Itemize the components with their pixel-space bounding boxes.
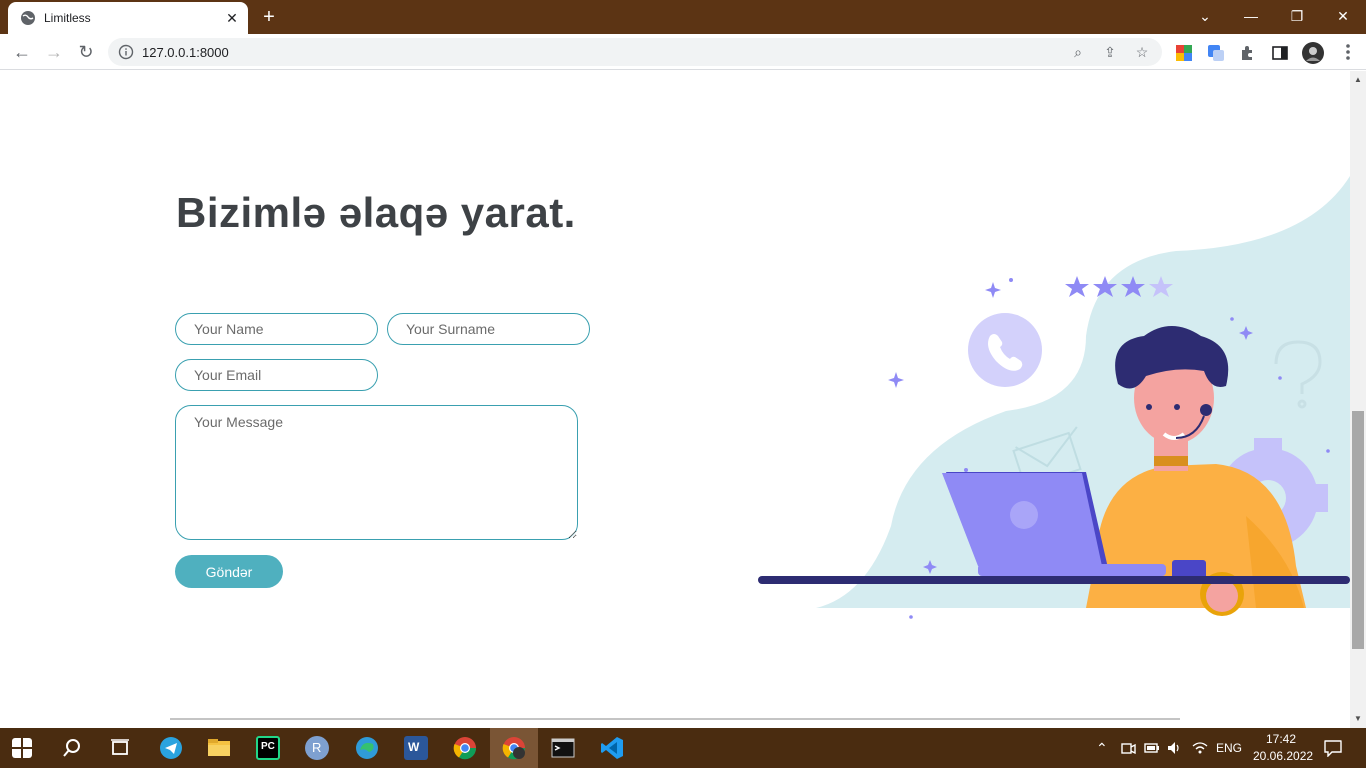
support-agent-illustration [758,176,1350,619]
word-label: W [408,740,420,754]
minimize-button[interactable]: — [1228,0,1274,34]
submit-button[interactable]: Göndər [175,555,283,588]
search-icon[interactable] [62,738,82,758]
zoom-icon[interactable]: ⌕ [1070,44,1086,60]
share-icon[interactable]: ⇪ [1102,44,1118,60]
page-title: Bizimlə əlaqə yarat. [176,189,576,236]
footer-divider [170,718,1180,720]
email-input[interactable] [175,359,378,391]
tab-title: Limitless [44,11,91,25]
vscode-icon[interactable] [600,736,624,760]
name-input[interactable] [175,313,378,345]
edge-icon[interactable] [355,736,379,760]
r-label: R [312,740,322,755]
terminal-icon[interactable] [551,736,575,760]
surname-input[interactable] [387,313,590,345]
pycharm-label: PC [261,741,275,752]
side-panel-icon[interactable] [1271,44,1289,62]
close-window-button[interactable]: ✕ [1320,0,1366,34]
r-app-icon[interactable]: R [305,736,329,760]
speaker-icon[interactable] [1166,740,1182,756]
profile-avatar[interactable] [1302,42,1324,64]
telegram-icon[interactable] [159,736,183,760]
bookmark-star-icon[interactable]: ☆ [1134,44,1150,60]
chrome-profile-icon[interactable] [502,736,526,760]
page-scrollbar[interactable]: ▲ ▼ [1350,71,1366,728]
notification-icon[interactable] [1324,739,1342,757]
info-icon[interactable] [118,44,134,60]
menu-icon[interactable] [1336,40,1360,64]
pycharm-icon[interactable]: PC [256,736,280,760]
message-textarea[interactable] [175,405,578,540]
chrome-icon[interactable] [453,736,477,760]
task-view-icon[interactable] [110,738,130,758]
clock-date[interactable]: 20.06.2022 [1253,749,1313,763]
browser-titlebar: Limitless ✕ + ⌄ — ❐ ✕ [0,0,1366,34]
windows-taskbar: PC R W ⌃ ENG 17:42 20.06.2022 [0,728,1366,768]
close-tab-icon[interactable]: ✕ [224,10,240,26]
translate-extension-icon[interactable] [1207,44,1225,62]
color-extension-icon[interactable] [1175,44,1193,62]
file-explorer-icon[interactable] [207,736,231,760]
forward-button[interactable]: → [42,40,66,64]
chevron-up-icon[interactable]: ⌃ [1096,740,1108,757]
scroll-down-arrow-icon[interactable]: ▼ [1353,714,1363,724]
url-text[interactable]: 127.0.0.1:8000 [142,45,229,60]
page-content: Bizimlə əlaqə yarat. Göndər [0,71,1350,728]
new-tab-button[interactable]: + [258,6,280,28]
restore-button[interactable]: ❐ [1274,0,1320,34]
wifi-icon[interactable] [1192,740,1208,756]
chevron-down-icon[interactable]: ⌄ [1182,0,1228,34]
camera-icon[interactable] [1120,740,1136,756]
reload-button[interactable]: ↻ [74,40,98,64]
browser-toolbar: ← → ↻ 127.0.0.1:8000 ⌕ ⇪ ☆ [0,34,1366,70]
battery-icon[interactable] [1144,740,1160,756]
desk [758,576,1350,584]
browser-tab[interactable]: Limitless ✕ [8,2,248,34]
scroll-up-arrow-icon[interactable]: ▲ [1353,75,1363,85]
back-button[interactable]: ← [10,40,34,64]
word-icon[interactable]: W [404,736,428,760]
address-bar[interactable]: 127.0.0.1:8000 ⌕ ⇪ ☆ [108,38,1162,66]
clock-time[interactable]: 17:42 [1266,732,1296,746]
scroll-thumb[interactable] [1352,411,1364,649]
extensions-puzzle-icon[interactable] [1239,44,1257,62]
globe-icon [21,11,35,25]
language-indicator[interactable]: ENG [1216,741,1242,755]
phone-bubble-icon [968,313,1042,387]
windows-start-icon[interactable] [12,738,32,758]
